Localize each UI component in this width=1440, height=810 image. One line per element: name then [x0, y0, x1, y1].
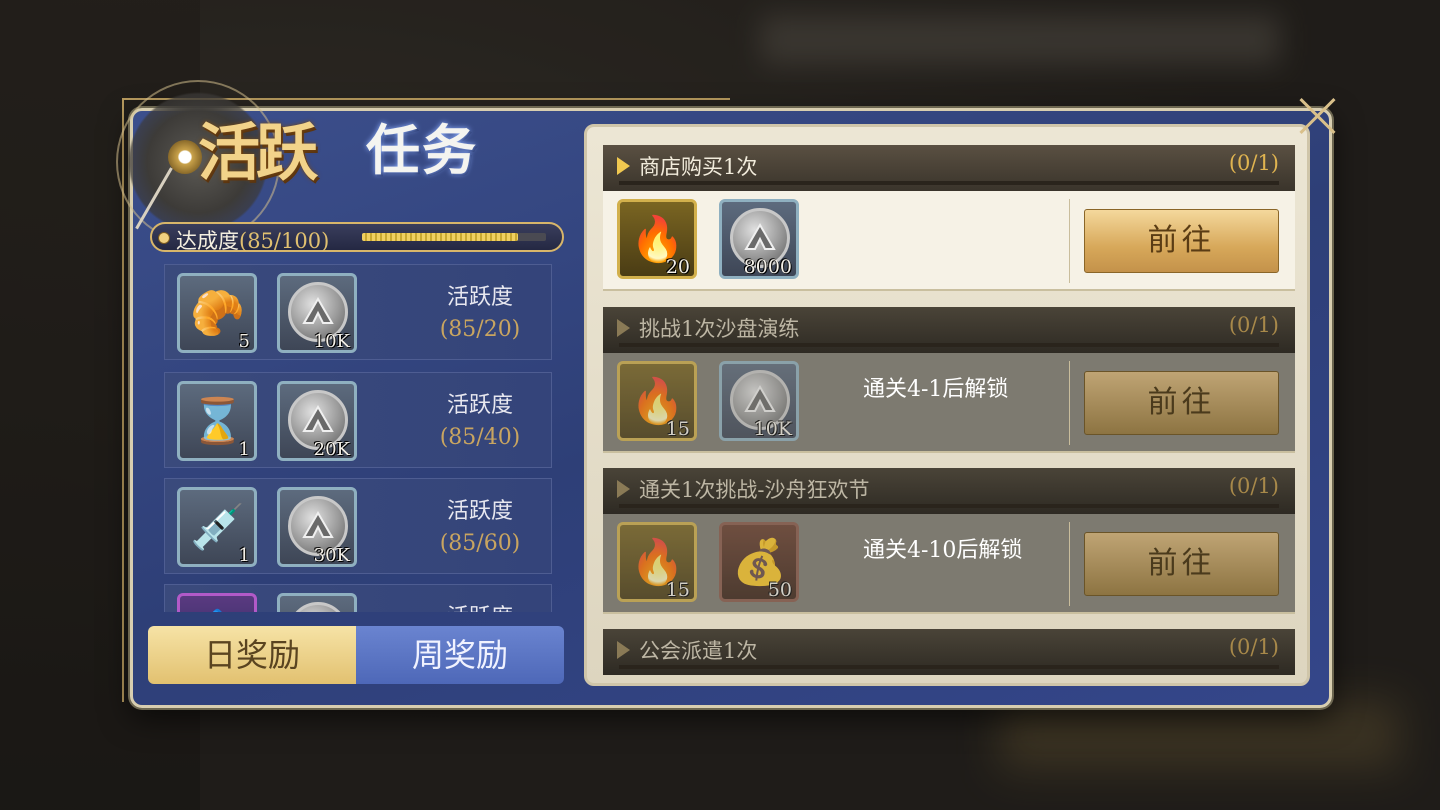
- reward-row[interactable]: ⌛ 1 20K 活跃度 (85/40): [164, 372, 552, 468]
- reward-label: 活跃度: [425, 599, 535, 612]
- triangle-icon: [617, 480, 630, 498]
- divider: [1069, 522, 1070, 606]
- item-quantity: 8000: [743, 256, 792, 278]
- divider: [619, 181, 1279, 185]
- unlock-condition: 通关4-10后解锁: [863, 538, 1023, 563]
- reward-item-slot[interactable]: 💰 50: [719, 522, 799, 602]
- reward-row[interactable]: 🔷 活跃度: [164, 584, 552, 612]
- gear-center-icon: [168, 140, 202, 174]
- progress-bar: [362, 233, 546, 241]
- progress-bar-fill: [362, 233, 519, 241]
- divider: [1069, 199, 1070, 283]
- croissant-icon: 🥐: [190, 288, 245, 339]
- progress-label: 达成度: [176, 229, 239, 253]
- triangle-icon: [617, 157, 630, 175]
- divider: [619, 504, 1279, 508]
- task-header: 公会派遣1次 (0/1): [603, 629, 1295, 675]
- task-body: 🔥 15 💰 50 通关4-10后解锁 前往: [603, 514, 1295, 614]
- item-quantity: 20K: [313, 439, 350, 460]
- tab-weekly-rewards[interactable]: 周奖励: [356, 626, 564, 684]
- silver-coin-icon: [288, 602, 348, 612]
- reward-item-slot[interactable]: 🔥 15: [617, 522, 697, 602]
- task-progress: (0/1): [1228, 151, 1279, 175]
- reward-row[interactable]: 💉 1 30K 活跃度 (85/60): [164, 478, 552, 574]
- go-button[interactable]: 前往: [1084, 371, 1279, 435]
- tab-daily-rewards[interactable]: 日奖励: [148, 626, 356, 684]
- go-button[interactable]: 前往: [1084, 209, 1279, 273]
- reward-requirement: (85/20): [439, 317, 521, 342]
- item-quantity: 1: [238, 545, 250, 566]
- item-quantity: 30K: [313, 545, 350, 566]
- reward-label: 活跃度: [446, 393, 513, 418]
- triangle-icon: [617, 641, 630, 659]
- reward-item-slot[interactable]: [277, 593, 357, 612]
- title-part-white: 任务: [366, 118, 478, 182]
- crystal-icon: 🔷: [190, 604, 245, 612]
- reward-item-slot[interactable]: 🔥 15: [617, 361, 697, 441]
- item-quantity: 5: [238, 331, 250, 352]
- progress-dot-icon: [158, 232, 170, 244]
- divider: [1069, 361, 1070, 445]
- item-quantity: 15: [665, 579, 690, 601]
- achievement-progress: 达成度(85/100): [150, 222, 564, 253]
- reward-item-slot[interactable]: 🔥 20: [617, 199, 697, 279]
- reward-requirement: (85/40): [439, 425, 521, 450]
- reward-label: 活跃度: [446, 285, 513, 310]
- title-part-gold: 活跃: [198, 116, 318, 189]
- task-body: 🔥 20 8000 前往: [603, 191, 1295, 291]
- divider: [619, 665, 1279, 669]
- progress-count: (85/100): [239, 229, 330, 253]
- reward-item-slot[interactable]: ⌛ 1: [177, 381, 257, 461]
- reward-item-slot[interactable]: 💉 1: [177, 487, 257, 567]
- item-quantity: 10K: [753, 418, 792, 440]
- syringe-icon: 💉: [190, 502, 245, 553]
- reward-label: 活跃度: [446, 499, 513, 524]
- task-progress: (0/1): [1228, 313, 1279, 337]
- item-quantity: 1: [238, 439, 250, 460]
- unlock-condition: 通关4-1后解锁: [863, 377, 1009, 402]
- task-title: 商店购买1次: [639, 155, 758, 179]
- reward-item-slot[interactable]: 10K: [277, 273, 357, 353]
- item-quantity: 50: [767, 579, 792, 601]
- divider: [619, 343, 1279, 347]
- task-progress: (0/1): [1228, 635, 1279, 659]
- task-body: 🔥 15 10K 通关4-1后解锁 前往: [603, 353, 1295, 453]
- task-list[interactable]: 商店购买1次 (0/1) 🔥 20 8000 前往 挑战1次沙盘演练 (0/1): [584, 124, 1310, 686]
- task-header: 通关1次挑战-沙舟狂欢节 (0/1): [603, 468, 1295, 514]
- item-quantity: 20: [665, 256, 690, 278]
- reward-item-slot[interactable]: 10K: [719, 361, 799, 441]
- task-title: 公会派遣1次: [639, 639, 758, 663]
- reward-item-slot[interactable]: 🥐 5: [177, 273, 257, 353]
- task-header: 商店购买1次 (0/1): [603, 145, 1295, 191]
- reward-item-slot[interactable]: 30K: [277, 487, 357, 567]
- triangle-icon: [617, 319, 630, 337]
- reward-requirement: (85/60): [439, 531, 521, 556]
- reward-item-slot[interactable]: 8000: [719, 199, 799, 279]
- activity-reward-list[interactable]: 🥐 5 10K 活跃度 (85/20) ⌛ 1 20K 活跃度 (85/40) …: [164, 264, 552, 612]
- reward-item-slot[interactable]: 20K: [277, 381, 357, 461]
- task-progress: (0/1): [1228, 474, 1279, 498]
- go-button[interactable]: 前往: [1084, 532, 1279, 596]
- reward-row[interactable]: 🥐 5 10K 活跃度 (85/20): [164, 264, 552, 360]
- item-quantity: 15: [665, 418, 690, 440]
- task-title: 通关1次挑战-沙舟狂欢节: [639, 478, 870, 502]
- task-title: 挑战1次沙盘演练: [639, 317, 800, 341]
- reward-item-slot[interactable]: 🔷: [177, 593, 257, 612]
- hourglass-icon: ⌛: [190, 396, 245, 447]
- task-header: 挑战1次沙盘演练 (0/1): [603, 307, 1295, 353]
- item-quantity: 10K: [313, 331, 350, 352]
- close-icon[interactable]: [1298, 96, 1338, 136]
